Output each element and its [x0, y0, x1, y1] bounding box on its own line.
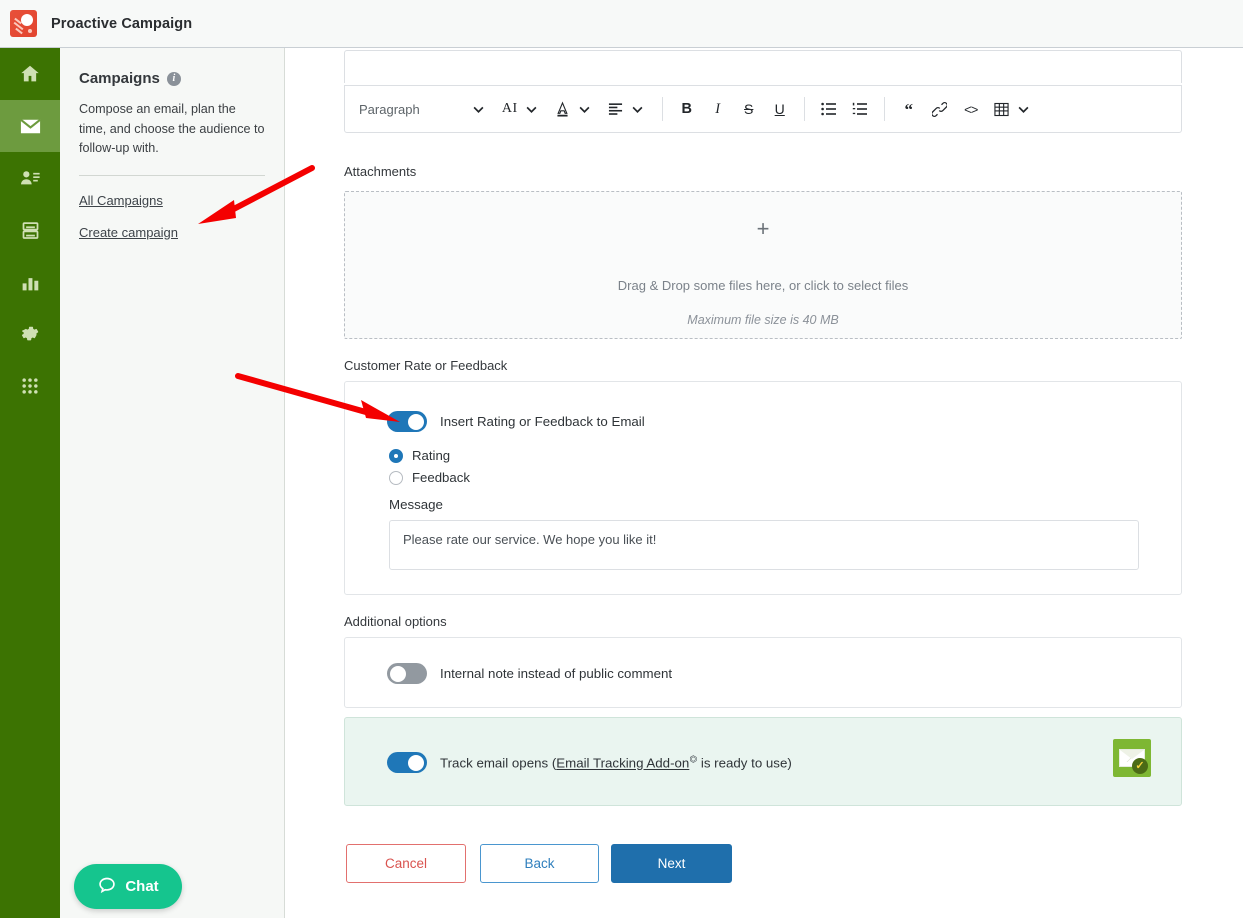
- attachments-label: Attachments: [344, 164, 417, 179]
- table-icon[interactable]: [991, 94, 1013, 124]
- back-button[interactable]: Back: [480, 844, 599, 883]
- internal-note-row: Internal note instead of public comment: [387, 663, 1181, 684]
- additional-options-label: Additional options: [344, 614, 447, 629]
- message-label: Message: [389, 497, 443, 512]
- underline-icon[interactable]: U: [769, 94, 791, 124]
- nav-item-reports[interactable]: [0, 256, 60, 308]
- chat-label: Chat: [125, 878, 159, 895]
- main-content: Paragraph AI B I S U “ <> Attachments + …: [286, 48, 1243, 918]
- italic-icon[interactable]: I: [707, 94, 729, 124]
- envelope-icon: [19, 115, 42, 138]
- panel-divider: [79, 174, 265, 176]
- insert-rating-toggle-label: Insert Rating or Feedback to Email: [440, 414, 645, 429]
- chat-widget-button[interactable]: Chat: [74, 864, 182, 909]
- link-create-campaign[interactable]: Create campaign: [79, 225, 284, 240]
- nav-item-knowledge-base[interactable]: [0, 204, 60, 256]
- toolbar-divider: [661, 97, 663, 121]
- user-list-icon: [19, 167, 41, 189]
- track-opens-label-suffix: is ready to use): [697, 755, 792, 771]
- email-tracking-badge-icon: ✓: [1113, 739, 1151, 777]
- bold-icon[interactable]: B: [676, 94, 698, 124]
- ai-text-icon[interactable]: AI: [499, 94, 521, 124]
- rate-feedback-card: Insert Rating or Feedback to Email Ratin…: [344, 381, 1182, 595]
- rate-feedback-label: Customer Rate or Feedback: [344, 358, 508, 373]
- message-input[interactable]: Please rate our service. We hope you lik…: [389, 520, 1139, 570]
- app-root: Proactive Campaign Campaigns i Compose a…: [0, 0, 1243, 918]
- internal-note-card: Internal note instead of public comment: [344, 637, 1182, 708]
- insert-rating-toggle-row: Insert Rating or Feedback to Email: [387, 411, 1181, 432]
- panel-title: Campaigns i: [79, 70, 284, 87]
- align-left-icon[interactable]: [605, 94, 627, 124]
- track-opens-row: Track email opens (Email Tracking Add-on…: [387, 752, 1181, 773]
- text-color-chevron-down-icon[interactable]: [574, 94, 596, 124]
- nav-item-settings[interactable]: [0, 308, 60, 360]
- nav-item-apps[interactable]: [0, 360, 60, 412]
- numbered-list-icon[interactable]: [849, 94, 871, 124]
- plus-icon: +: [756, 216, 770, 241]
- chevron-down-icon[interactable]: [468, 94, 490, 124]
- app-header: Proactive Campaign: [0, 0, 1243, 48]
- dropzone-instruction: Drag & Drop some files here, or click to…: [617, 278, 909, 293]
- database-icon: [20, 220, 41, 241]
- table-chevron-down-icon[interactable]: [1013, 94, 1035, 124]
- quote-icon[interactable]: “: [898, 94, 920, 124]
- email-tracking-addon-link[interactable]: Email Tracking Add-on: [556, 756, 689, 771]
- editor-toolbar: Paragraph AI B I S U “ <>: [344, 85, 1182, 133]
- dropzone-max-size: Maximum file size is 40 MB: [687, 313, 839, 327]
- cancel-button[interactable]: Cancel: [346, 844, 466, 883]
- track-opens-label: Track email opens (Email Tracking Add-on…: [440, 754, 792, 770]
- radio-feedback-label: Feedback: [412, 470, 470, 485]
- app-title: Proactive Campaign: [51, 15, 193, 32]
- email-body-editor[interactable]: [344, 50, 1182, 83]
- gear-icon: [19, 323, 41, 345]
- message-value: Please rate our service. We hope you lik…: [403, 532, 657, 547]
- campaigns-panel: Campaigns i Compose an email, plan the t…: [60, 48, 285, 918]
- panel-title-text: Campaigns: [79, 70, 160, 87]
- internal-note-toggle[interactable]: [387, 663, 427, 684]
- track-opens-toggle[interactable]: [387, 752, 427, 773]
- link-all-campaigns[interactable]: All Campaigns: [79, 193, 284, 208]
- track-opens-card: Track email opens (Email Tracking Add-on…: [344, 717, 1182, 806]
- code-icon[interactable]: <>: [960, 94, 982, 124]
- attachments-dropzone[interactable]: + Drag & Drop some files here, or click …: [344, 191, 1182, 339]
- nav-item-home[interactable]: [0, 48, 60, 100]
- bullet-list-icon[interactable]: [818, 94, 840, 124]
- next-button[interactable]: Next: [611, 844, 732, 883]
- link-icon[interactable]: [929, 94, 951, 124]
- block-format-label[interactable]: Paragraph: [359, 102, 420, 117]
- grid-dots-icon: [20, 376, 40, 396]
- info-icon[interactable]: i: [166, 71, 181, 86]
- track-opens-label-prefix: Track email opens (: [440, 755, 557, 771]
- home-icon: [19, 63, 41, 85]
- toolbar-divider: [803, 97, 805, 121]
- external-link-icon: ⏣: [689, 754, 698, 765]
- internal-note-label: Internal note instead of public comment: [440, 666, 673, 681]
- radio-option-feedback[interactable]: Feedback: [389, 470, 1181, 485]
- panel-description: Compose an email, plan the time, and cho…: [79, 102, 265, 156]
- radio-rating-label: Rating: [412, 448, 451, 463]
- chat-bubble-icon: [97, 875, 117, 899]
- left-nav-rail: [0, 48, 60, 918]
- strikethrough-icon[interactable]: S: [738, 94, 760, 124]
- radio-option-rating[interactable]: Rating: [389, 448, 1181, 463]
- align-chevron-down-icon[interactable]: [627, 94, 649, 124]
- nav-item-contacts[interactable]: [0, 152, 60, 204]
- nav-item-mail[interactable]: [0, 100, 60, 152]
- bar-chart-icon: [20, 272, 41, 293]
- comet-logo-icon: [10, 10, 37, 37]
- ai-chevron-down-icon[interactable]: [521, 94, 543, 124]
- insert-rating-toggle[interactable]: [387, 411, 427, 432]
- toolbar-divider: [883, 97, 885, 121]
- radio-rating[interactable]: [389, 448, 403, 463]
- text-color-icon[interactable]: [552, 94, 574, 124]
- radio-feedback[interactable]: [389, 470, 403, 485]
